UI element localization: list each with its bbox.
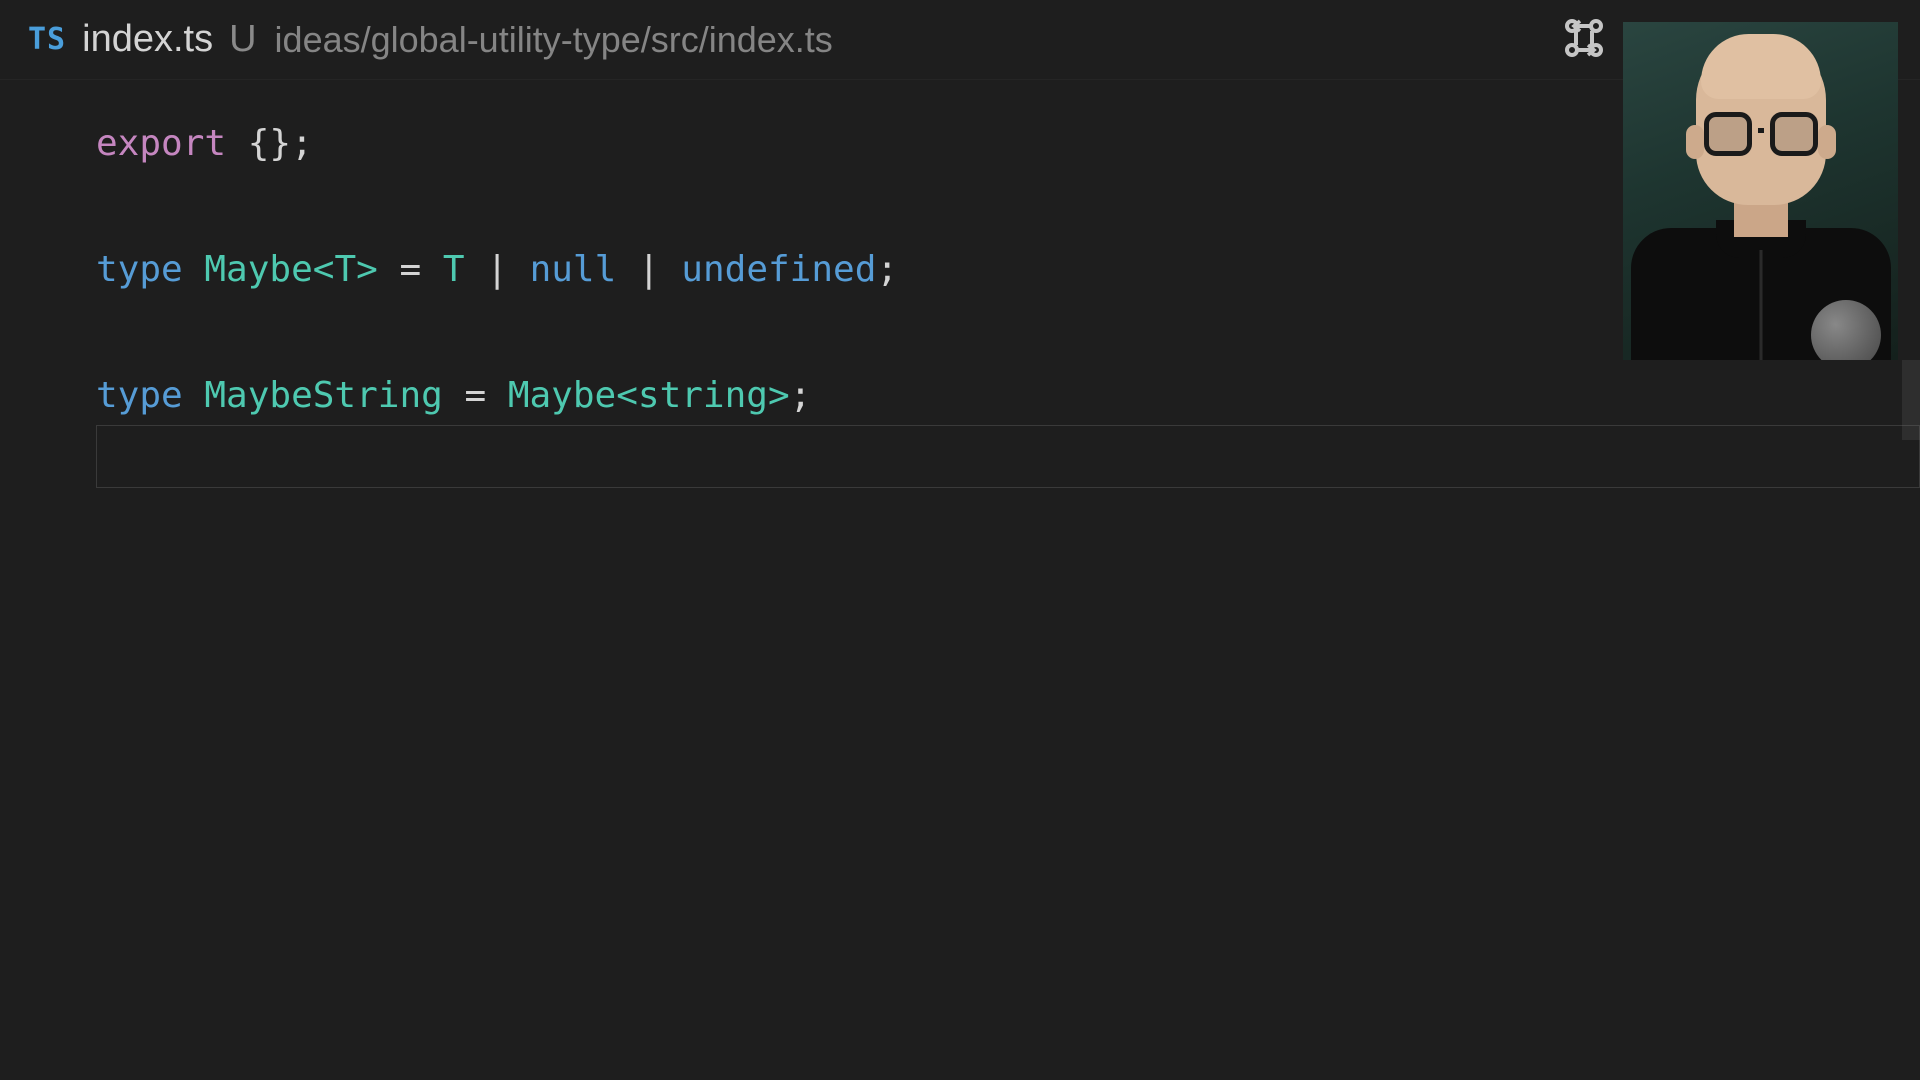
editor-tab[interactable]: TS index.ts U ideas/global-utility-type/…: [12, 0, 849, 79]
source-control-compare-icon[interactable]: [1560, 14, 1608, 66]
tab-filepath: ideas/global-utility-type/src/index.ts: [275, 19, 833, 61]
editor-scrollbar[interactable]: [1902, 80, 1920, 1080]
tab-filename: index.ts: [82, 18, 213, 61]
tab-vcs-status: U: [229, 18, 256, 61]
webcam-overlay: [1623, 22, 1898, 360]
code-line-5: type MaybeString = Maybe<string>;: [96, 364, 1920, 427]
active-line-highlight: [96, 425, 1920, 488]
scrollbar-marker: [1902, 360, 1920, 440]
typescript-icon: TS: [28, 22, 66, 57]
